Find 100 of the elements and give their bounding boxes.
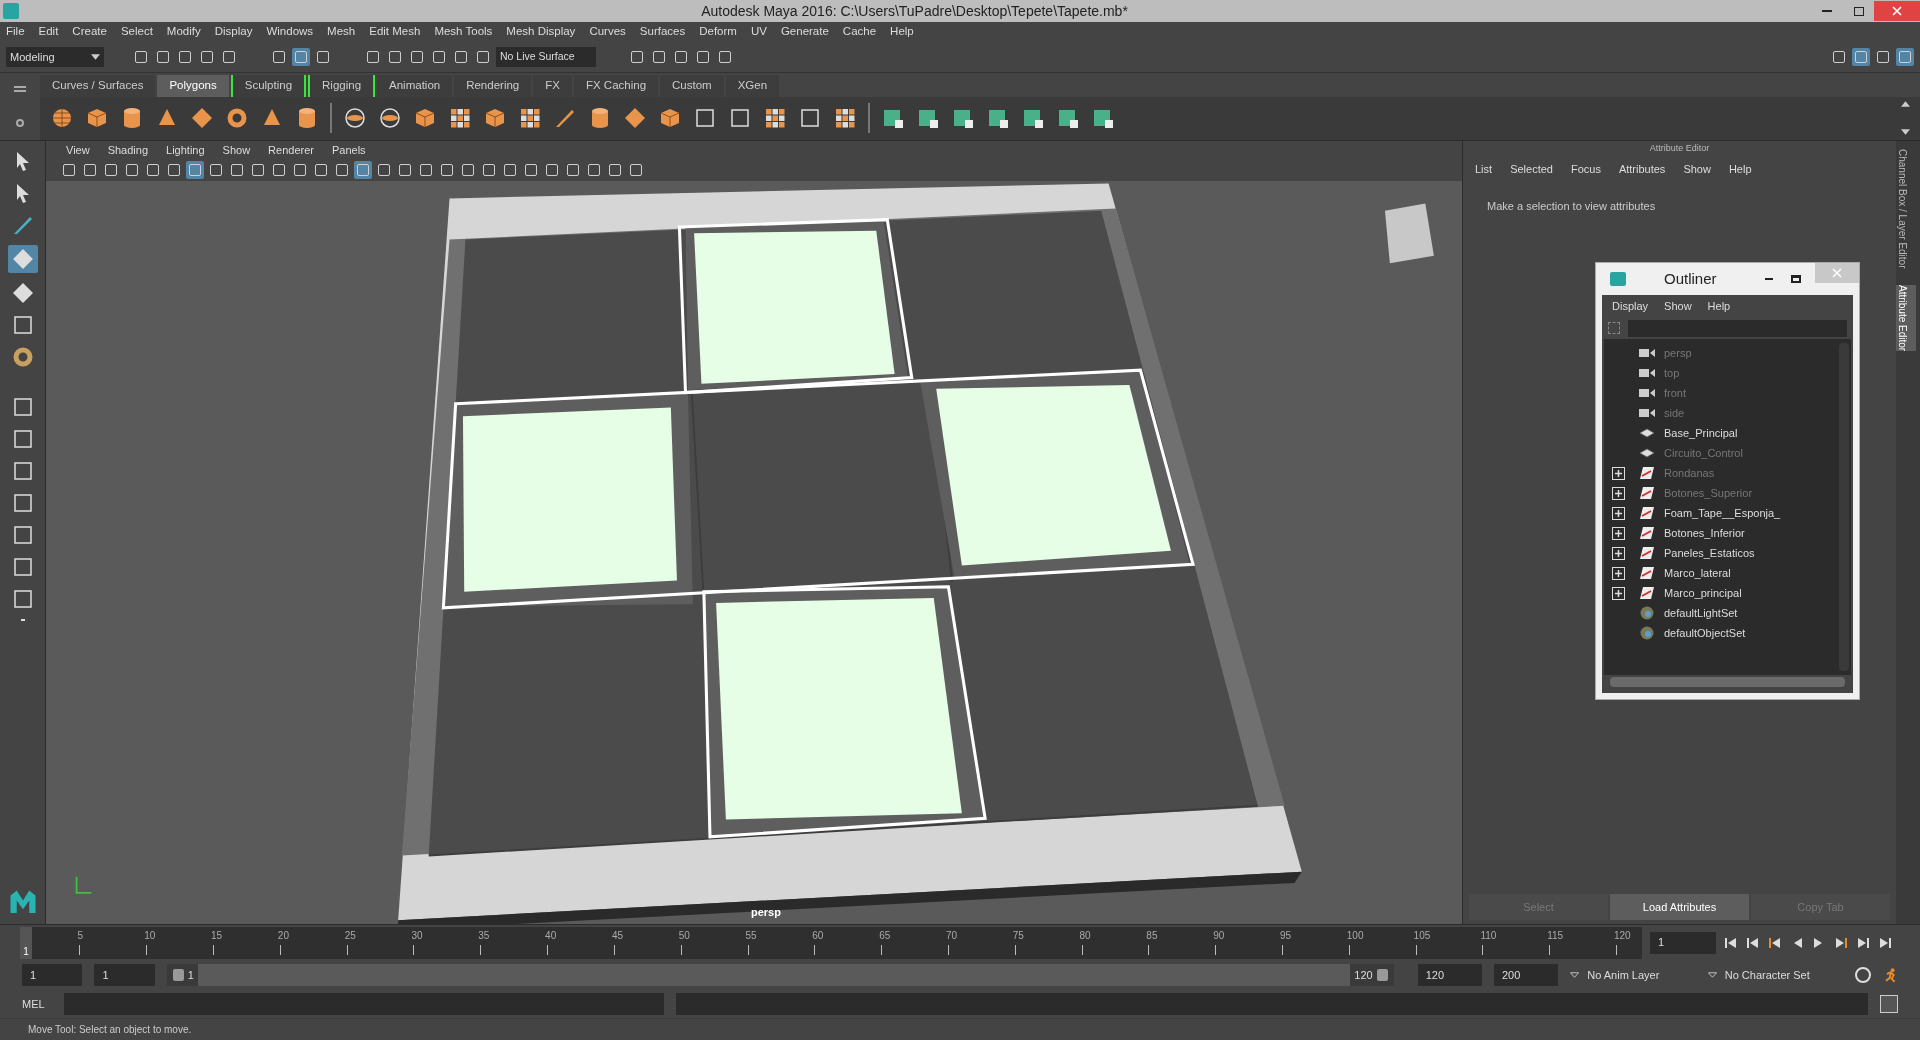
live-surface-field[interactable]: No Live Surface	[496, 47, 596, 67]
attribute-editor-button[interactable]: Load Attributes	[1610, 894, 1749, 920]
outliner-item[interactable]: defaultObjectSet	[1664, 624, 1746, 642]
shelf-tab[interactable]: Custom	[660, 74, 724, 97]
step-back-frame-icon[interactable]	[1768, 935, 1782, 950]
shelf-tab[interactable]: Rigging	[308, 74, 376, 97]
expand-icon[interactable]	[1611, 546, 1625, 560]
filter-icon[interactable]	[1608, 322, 1620, 334]
menu-item[interactable]: Cache	[842, 23, 877, 41]
side-tab[interactable]: Channel Box / Layer Editor	[1896, 149, 1916, 269]
outliner-item[interactable]: Marco_principal	[1664, 584, 1742, 602]
shelf-tab[interactable]: Sculpting	[230, 74, 307, 97]
go-to-end-icon[interactable]	[1878, 935, 1892, 950]
panel-menu-item[interactable]: Renderer	[268, 141, 314, 159]
attribute-menu-item[interactable]: Selected	[1510, 160, 1553, 178]
shelf-tab[interactable]: FX Caching	[573, 74, 659, 97]
range-slider[interactable]: 1 120	[166, 964, 1394, 986]
playback-start-field[interactable]: 1	[94, 964, 155, 986]
menu-item[interactable]: UV	[750, 23, 767, 41]
expand-icon[interactable]	[1611, 466, 1625, 480]
attribute-menu-item[interactable]: Help	[1728, 160, 1752, 178]
outliner-item[interactable]: Paneles_Estaticos	[1664, 544, 1755, 562]
playback-end-field[interactable]: 120	[1417, 964, 1482, 986]
menu-item[interactable]: Curves	[589, 23, 626, 41]
squares-icon[interactable]	[833, 106, 857, 131]
shelf-tab[interactable]: Rendering	[454, 74, 532, 97]
menu-item[interactable]: Edit Mesh	[369, 23, 421, 41]
current-frame-field[interactable]: 1	[1650, 931, 1716, 954]
time-slider[interactable]: 1 5 10 15 20 25 30 35 40 45 50 55 60 65 70 75 80 85 90 95 100 105 110 115 120	[20, 926, 1642, 959]
shelf-scroll-icon[interactable]	[1900, 101, 1910, 136]
end-time-field[interactable]: 200	[1493, 964, 1559, 986]
menu-item[interactable]: Windows	[266, 23, 314, 41]
step-forward-key-icon[interactable]	[1856, 935, 1870, 950]
menu-item[interactable]: Create	[72, 23, 107, 41]
menu-item[interactable]: Mesh Display	[506, 23, 576, 41]
menu-item[interactable]: Edit	[38, 23, 59, 41]
outliner-menu-item[interactable]: Help	[1707, 297, 1731, 315]
menu-item[interactable]: Mesh Tools	[434, 23, 493, 41]
menu-item[interactable]: Generate	[780, 23, 829, 41]
expand-icon[interactable]	[1611, 506, 1625, 520]
go-to-start-icon[interactable]	[1724, 935, 1738, 950]
panel-menu-item[interactable]: Panels	[331, 141, 366, 159]
panel-menu-item[interactable]: Lighting	[166, 141, 205, 159]
diamond-icon[interactable]	[190, 106, 214, 131]
command-language-label[interactable]: MEL	[22, 995, 52, 1013]
search-field[interactable]	[1628, 319, 1847, 337]
squares-icon[interactable]	[763, 106, 787, 131]
mode-dropdown[interactable]: Modeling	[6, 47, 104, 67]
horizontal-scrollbar[interactable]	[1610, 677, 1845, 687]
disc-icon[interactable]	[378, 106, 402, 131]
move-tool-icon[interactable]	[7, 245, 38, 273]
menu-item[interactable]: Select	[120, 23, 153, 41]
disc-icon[interactable]	[343, 106, 367, 131]
attribute-menu-item[interactable]: Attributes	[1618, 160, 1666, 178]
range-start-handle[interactable]	[172, 969, 184, 981]
panel-menu-item[interactable]: Shading	[107, 141, 149, 159]
outliner-menu-item[interactable]: Display	[1612, 297, 1649, 315]
shelf-tab[interactable]: XGen	[725, 74, 780, 97]
shelf-tab[interactable]: FX	[533, 74, 572, 97]
shelf-tab[interactable]: Curves / Surfaces	[40, 74, 156, 97]
outliner-item[interactable]: defaultLightSet	[1664, 604, 1738, 622]
menu-icon[interactable]	[14, 86, 26, 93]
outliner-item[interactable]: Foam_Tape__Esponja_	[1664, 504, 1781, 522]
attribute-menu-item[interactable]: List	[1475, 160, 1493, 178]
start-time-field[interactable]: 1	[22, 964, 83, 986]
script-editor-icon[interactable]	[1880, 995, 1898, 1013]
frame-number: 35	[478, 928, 490, 943]
menu-item[interactable]: Deform	[699, 23, 737, 41]
restore-icon[interactable]	[1854, 6, 1864, 16]
expand-icon[interactable]	[1611, 486, 1625, 500]
panel-menu-item[interactable]: Show	[222, 141, 251, 159]
step-back-key-icon[interactable]	[1746, 935, 1760, 950]
expand-icon[interactable]	[1611, 586, 1625, 600]
attribute-menu-item[interactable]: Focus	[1570, 160, 1601, 178]
current-frame-marker[interactable]: 1	[20, 926, 32, 959]
character-set-dropdown[interactable]: No Character Set	[1707, 964, 1843, 986]
menu-item[interactable]: Surfaces	[639, 23, 686, 41]
shelf-tab[interactable]: Polygons	[157, 74, 229, 97]
expand-icon[interactable]	[1611, 566, 1625, 580]
menu-item[interactable]: File	[6, 23, 25, 41]
outliner-item[interactable]: Marco_lateral	[1664, 564, 1731, 582]
outliner-item[interactable]: Base_Principal	[1664, 424, 1738, 442]
shelf-tab[interactable]: Animation	[377, 74, 453, 97]
outliner-menu-item[interactable]: Show	[1664, 297, 1692, 315]
auto-key-icon[interactable]	[1854, 967, 1871, 983]
anim-layer-dropdown[interactable]: No Anim Layer	[1570, 964, 1696, 986]
expand-icon[interactable]	[1611, 526, 1625, 540]
side-tab[interactable]: Attribute Editor	[1896, 284, 1916, 351]
attribute-menu-item[interactable]: Show	[1683, 160, 1711, 178]
step-forward-frame-icon[interactable]	[1834, 935, 1848, 950]
range-end-handle[interactable]	[1376, 969, 1388, 981]
command-input-field[interactable]	[64, 993, 664, 1015]
menu-item[interactable]: Display	[214, 23, 253, 41]
menu-item[interactable]: Help	[890, 23, 914, 41]
maximize-icon[interactable]	[1791, 275, 1801, 283]
outliner-item[interactable]: Botones_Inferior	[1664, 524, 1745, 542]
menu-item[interactable]: Modify	[166, 23, 201, 41]
menu-item[interactable]: Mesh	[327, 23, 356, 41]
panel-menu-item[interactable]: View	[66, 141, 90, 159]
settings-icon[interactable]	[16, 118, 24, 127]
